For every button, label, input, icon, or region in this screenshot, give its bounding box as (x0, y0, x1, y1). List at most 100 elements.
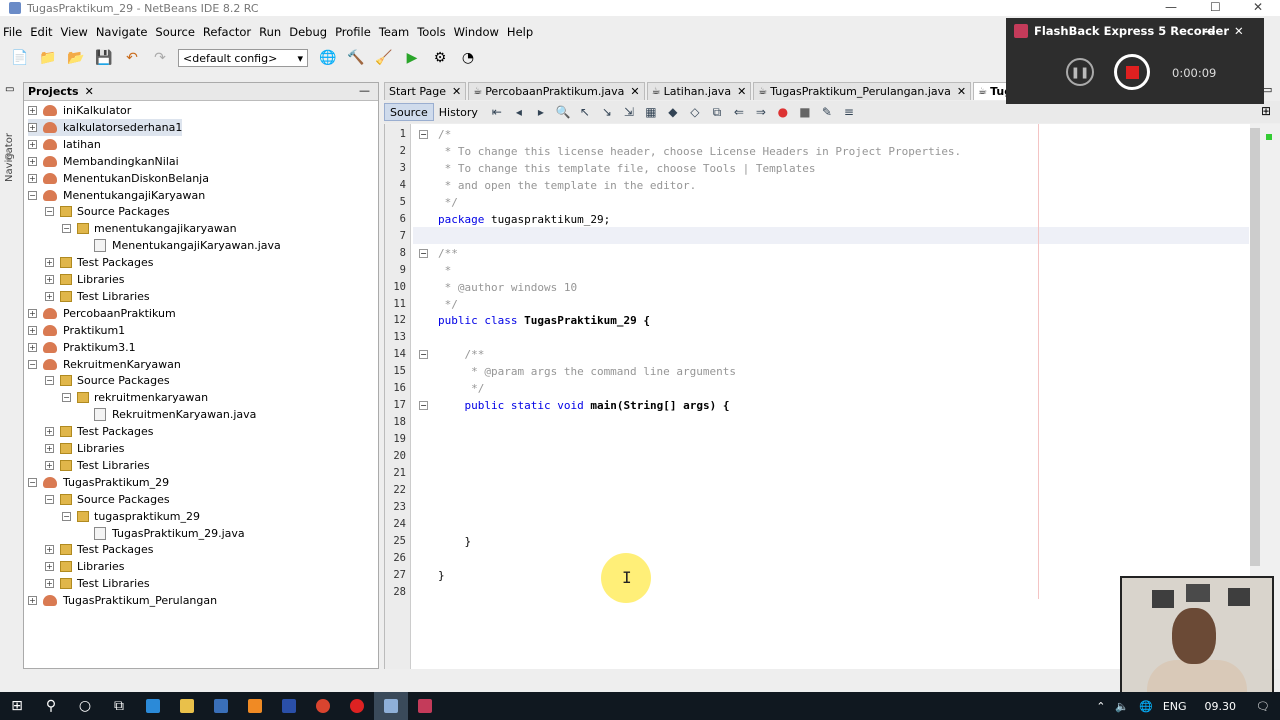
tree-row[interactable]: − RekruitmenKaryawan (28, 356, 181, 373)
tree-row[interactable]: − menentukangajikaryawan (62, 220, 237, 237)
network-icon[interactable]: 🌐 (1139, 700, 1153, 713)
tree-row[interactable]: + Test Packages (45, 423, 153, 440)
tree-row[interactable]: − TugasPraktikum_29 (28, 474, 169, 491)
notification-icon[interactable]: 🗨 (1256, 700, 1270, 713)
close-icon[interactable]: ✕ (1253, 0, 1263, 14)
editor-tab[interactable]: ☕ PercobaanPraktikum.java ✕ (468, 82, 645, 100)
expand-icon[interactable]: + (45, 291, 54, 301)
expand-icon[interactable]: + (45, 258, 54, 268)
flashback-taskbar-icon[interactable] (408, 692, 442, 720)
store-icon[interactable] (204, 692, 238, 720)
tree-row[interactable]: − Source Packages (45, 491, 170, 508)
tree-row[interactable]: − Source Packages (45, 372, 170, 389)
undo-icon[interactable]: ↶ (122, 48, 142, 68)
sublime-icon[interactable] (238, 692, 272, 720)
stop-button[interactable] (1114, 54, 1150, 90)
collapse-icon[interactable]: − (28, 190, 37, 200)
tree-row[interactable]: TugasPraktikum_29.java (79, 525, 245, 542)
expand-icon[interactable]: + (28, 342, 37, 352)
menu-item[interactable]: Profile (335, 25, 371, 39)
previous-bookmark-icon[interactable]: ◆ (665, 105, 681, 119)
forward-icon[interactable]: ▸ (533, 105, 549, 119)
tree-row[interactable]: RekruitmenKaryawan.java (79, 406, 256, 423)
fold-icon[interactable]: − (419, 401, 428, 411)
shift-left-icon[interactable]: ⇐ (731, 105, 747, 119)
menu-item[interactable]: Window (454, 25, 499, 39)
stop-macro-icon[interactable]: ■ (797, 105, 813, 119)
tree-row[interactable]: + Test Libraries (45, 288, 150, 305)
open-project-icon[interactable]: 📂 (66, 48, 86, 68)
debug-icon[interactable]: ⚙ (430, 48, 450, 68)
tree-row[interactable]: + Test Packages (45, 541, 153, 558)
tree-row[interactable]: + Test Libraries (45, 457, 150, 474)
close-icon[interactable]: ✕ (85, 85, 94, 98)
scrollbar-track[interactable] (1250, 128, 1260, 566)
maximize-icon[interactable]: ☐ (1210, 0, 1221, 14)
tree-row[interactable]: − tugaspraktikum_29 (62, 508, 200, 525)
tree-row[interactable]: + Test Packages (45, 254, 153, 271)
search-icon[interactable]: ⚲ (34, 692, 68, 720)
minimize-icon[interactable]: — (1165, 0, 1177, 14)
tree-row[interactable]: + Test Libraries (45, 575, 150, 592)
new-project-icon[interactable]: 📁 (38, 48, 58, 68)
expand-icon[interactable]: + (28, 173, 37, 183)
fold-icon[interactable]: − (419, 130, 428, 139)
history-tab[interactable]: History (434, 103, 483, 121)
windows-start-icon[interactable]: ⊞ (0, 692, 34, 720)
expand-icon[interactable]: + (45, 579, 54, 589)
close-icon[interactable]: ✕ (1234, 24, 1244, 38)
expand-icon[interactable]: + (45, 562, 54, 572)
menu-item[interactable]: Debug (289, 25, 327, 39)
find-selection-icon[interactable]: ⇲ (621, 105, 637, 119)
uncomment-icon[interactable]: ≡ (841, 105, 857, 119)
edge-icon[interactable] (136, 692, 170, 720)
tree-row[interactable]: + Libraries (45, 271, 125, 288)
tree-row[interactable]: + PercobaanPraktikum (28, 305, 176, 322)
save-all-icon[interactable]: 💾 (94, 48, 114, 68)
collapse-icon[interactable]: − (45, 376, 54, 386)
tree-row[interactable]: + MenentukanDiskonBelanja (28, 170, 209, 187)
fold-icon[interactable]: − (419, 350, 428, 360)
task-view-icon[interactable]: ⧉ (102, 692, 136, 720)
tree-row[interactable]: MenentukangajiKaryawan.java (79, 237, 281, 254)
menu-item[interactable]: Help (507, 25, 533, 39)
next-bookmark-icon[interactable]: ◇ (687, 105, 703, 119)
menu-item[interactable]: File (3, 25, 22, 39)
editor-tab[interactable]: Start Page ✕ (384, 82, 467, 100)
collapse-icon[interactable]: − (62, 393, 71, 403)
source-tab[interactable]: Source (384, 103, 434, 121)
menu-item[interactable]: Source (155, 25, 195, 39)
expand-icon[interactable]: + (28, 308, 37, 318)
tree-row[interactable]: + MembandingkanNilai (28, 153, 179, 170)
clock[interactable]: 09.30 (1205, 700, 1237, 713)
redo-icon[interactable]: ↷ (150, 48, 170, 68)
comment-icon[interactable]: ✎ (819, 105, 835, 119)
netbeans-taskbar-icon[interactable] (374, 692, 408, 720)
config-select[interactable]: <default config> ▾ (178, 49, 308, 67)
toggle-bookmark-icon[interactable]: ⧉ (709, 105, 725, 119)
expand-icon[interactable]: + (45, 460, 54, 470)
volume-icon[interactable]: 🔈 (1115, 700, 1129, 713)
close-icon[interactable]: ✕ (452, 85, 461, 98)
editor-tab[interactable]: ☕ TugasPraktikum_Perulangan.java ✕ (753, 82, 972, 100)
minimize-icon[interactable]: — (1204, 24, 1216, 38)
tree-row[interactable]: + Praktikum1 (28, 322, 125, 339)
fold-icon[interactable]: − (419, 248, 428, 258)
menu-item[interactable]: Edit (30, 25, 52, 39)
plus-icon[interactable]: ⊞ (1261, 104, 1271, 118)
menu-item[interactable]: View (61, 25, 88, 39)
menu-item[interactable]: Tools (417, 25, 445, 39)
minimize-panel-icon[interactable]: — (359, 84, 370, 97)
tree-row[interactable]: + Libraries (45, 558, 125, 575)
last-edit-icon[interactable]: ⇤ (489, 105, 505, 119)
collapse-icon[interactable]: − (28, 477, 37, 487)
back-icon[interactable]: ◂ (511, 105, 527, 119)
expand-icon[interactable]: + (45, 427, 54, 437)
collapse-icon[interactable]: − (28, 359, 37, 369)
tree-row[interactable]: − Source Packages (45, 203, 170, 220)
expand-icon[interactable]: + (45, 444, 54, 453)
tree-row[interactable]: − rekruitmenkaryawan (62, 389, 208, 406)
close-icon[interactable]: ✕ (957, 85, 966, 98)
tree-row[interactable]: + kalkulatorsederhana1 (28, 118, 183, 136)
editor-tab[interactable]: ☕ Latihan.java ✕ (646, 82, 752, 100)
